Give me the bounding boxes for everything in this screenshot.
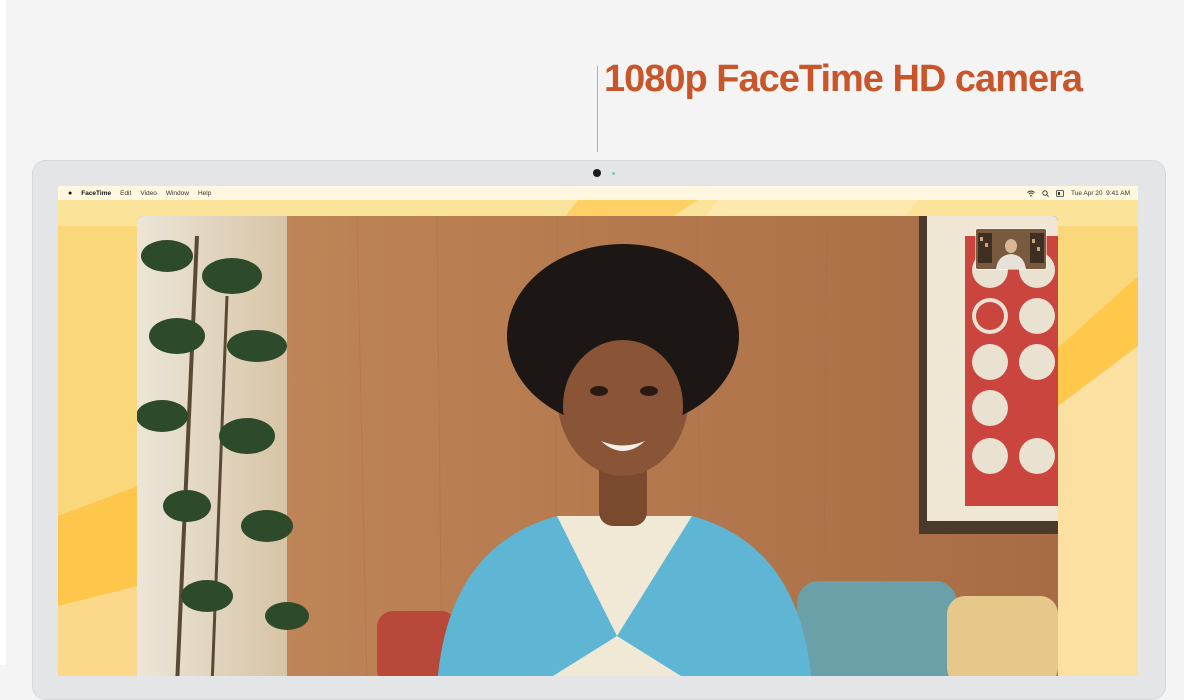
menu-edit[interactable]: Edit [120,190,131,197]
search-icon[interactable] [1042,189,1049,197]
remote-participant-video[interactable] [137,216,1058,676]
headline: 1080p FaceTime HD camera [604,58,1083,100]
control-center-icon[interactable] [1056,189,1064,197]
wifi-icon[interactable] [1027,190,1035,197]
menu-video[interactable]: Video [140,190,157,197]
menu-status-area: Tue Apr 20 9:41 AM [1027,186,1130,200]
imac-display: ● FaceTime Edit Video Window Help Tue Ap… [32,160,1166,700]
menu-help[interactable]: Help [198,190,211,197]
camera-lens-icon [593,169,601,177]
apple-logo-icon[interactable]: ● [68,190,72,197]
self-view-image [976,229,1046,269]
callout-line [597,66,598,152]
menu-bar: ● FaceTime Edit Video Window Help Tue Ap… [58,186,1138,200]
menu-app-name[interactable]: FaceTime [81,190,111,197]
facetime-window [137,216,1058,676]
screen: ● FaceTime Edit Video Window Help Tue Ap… [58,186,1138,676]
left-margin-strip [0,0,6,665]
menu-window[interactable]: Window [166,190,189,197]
camera-indicator-light [612,172,615,175]
menu-clock[interactable]: Tue Apr 20 9:41 AM [1071,190,1130,197]
self-view-thumbnail[interactable] [975,228,1047,270]
